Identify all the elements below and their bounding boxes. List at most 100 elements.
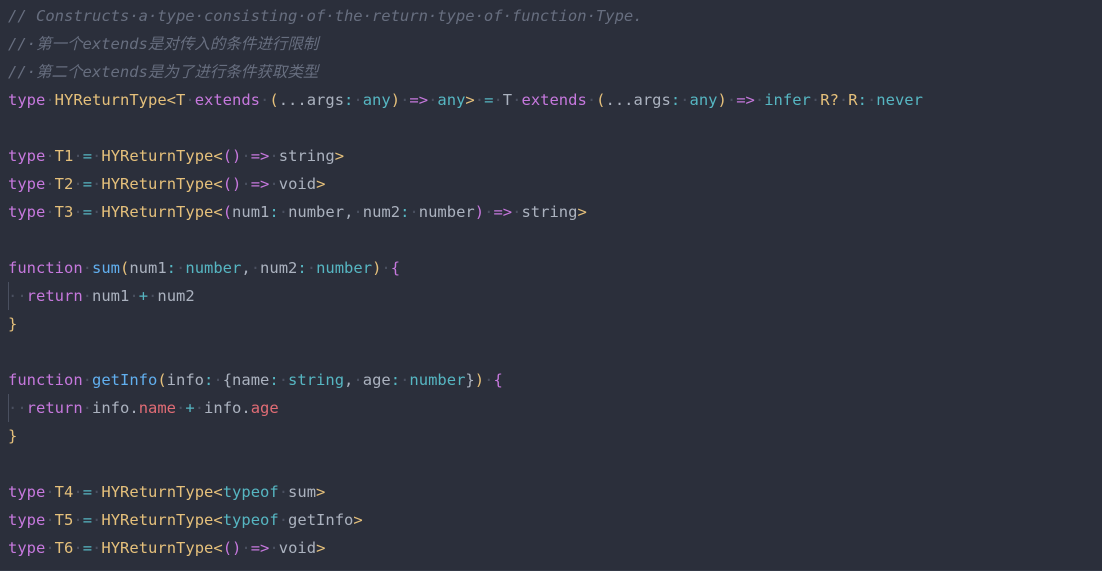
code-line[interactable]: type·T4·=·HYReturnType<typeof·sum> xyxy=(0,478,1102,506)
code-token: type xyxy=(8,203,46,221)
code-token: · xyxy=(409,203,419,221)
code-token: · xyxy=(474,91,485,109)
code-token: : xyxy=(269,203,279,221)
code-token: · xyxy=(269,147,279,165)
code-token: · xyxy=(92,175,102,193)
code-token: num1 xyxy=(232,203,270,221)
code-token: { xyxy=(222,371,233,389)
code-token: HYReturnType xyxy=(101,203,214,221)
code-token: return xyxy=(26,287,83,305)
code-token: · xyxy=(838,91,849,109)
code-line[interactable]: //·第二个extends是为了进行条件获取类型 xyxy=(0,58,1102,86)
code-token: > xyxy=(316,483,326,501)
code-token: · xyxy=(176,399,186,417)
code-token: any xyxy=(437,91,466,109)
code-content[interactable]: // Constructs·a·type·consisting·of·the·r… xyxy=(0,2,1102,562)
code-token: + xyxy=(138,287,149,305)
code-token: > xyxy=(316,175,326,193)
code-line[interactable]: // Constructs·a·type·consisting·of·the·r… xyxy=(0,2,1102,30)
code-token: · xyxy=(45,175,55,193)
code-line[interactable] xyxy=(0,226,1102,254)
code-token: · xyxy=(493,91,503,109)
code-token: () xyxy=(222,147,242,165)
code-token: string xyxy=(521,203,578,221)
code-token: => xyxy=(736,91,755,109)
code-token: HYReturnType xyxy=(101,483,214,501)
code-token: < xyxy=(213,511,223,529)
code-line[interactable]: type·HYReturnType<T·extends·(...args:·an… xyxy=(0,86,1102,114)
code-token: T xyxy=(176,91,186,109)
code-editor-pane[interactable]: // Constructs·a·type·consisting·of·the·r… xyxy=(0,0,1102,571)
code-token: > xyxy=(334,147,345,165)
code-token: never xyxy=(876,91,923,109)
code-token: ...args xyxy=(605,91,671,109)
code-token: => xyxy=(493,203,513,221)
code-token: = xyxy=(82,175,93,193)
code-token: < xyxy=(213,539,223,557)
code-token: · xyxy=(45,91,55,109)
code-token: = xyxy=(82,511,93,529)
code-token: HYReturnType xyxy=(101,511,214,529)
code-token: · xyxy=(185,91,195,109)
code-token: age xyxy=(362,371,391,389)
code-token: > xyxy=(316,539,326,557)
code-token: // Constructs·a·type·consisting·of·the·r… xyxy=(8,7,643,25)
code-line[interactable]: type·T3·=·HYReturnType<(num1:·number,·nu… xyxy=(0,198,1102,226)
code-token: · xyxy=(73,511,83,529)
code-line[interactable] xyxy=(0,450,1102,478)
code-token: ( xyxy=(222,203,233,221)
code-line[interactable]: type·T5·=·HYReturnType<typeof·getInfo> xyxy=(0,506,1102,534)
code-token: extends xyxy=(194,91,261,109)
code-token: · xyxy=(250,259,261,277)
code-token: · xyxy=(45,539,55,557)
code-token: => xyxy=(250,175,270,193)
code-token: ( xyxy=(157,371,167,389)
code-token: ·· xyxy=(8,399,27,417)
code-token: number xyxy=(185,259,242,277)
code-token: age xyxy=(250,399,279,417)
code-token: · xyxy=(148,287,158,305)
code-token: · xyxy=(73,539,83,557)
code-line[interactable]: type·T6·=·HYReturnType<()·=>·void> xyxy=(0,534,1102,562)
code-token: : xyxy=(269,371,279,389)
code-line[interactable] xyxy=(0,338,1102,366)
code-token: void xyxy=(278,175,317,193)
code-token: : xyxy=(297,259,307,277)
code-line[interactable]: function·sum(num1:·number,·num2:·number)… xyxy=(0,254,1102,282)
code-token: num2 xyxy=(362,203,401,221)
code-line[interactable]: function·getInfo(info:·{name:·string,·ag… xyxy=(0,366,1102,394)
code-line[interactable]: type·T1·=·HYReturnType<()·=>·string> xyxy=(0,142,1102,170)
code-token: · xyxy=(306,259,317,277)
code-token: ) xyxy=(717,91,727,109)
code-line[interactable]: ··return·info.name·+·info.age xyxy=(0,394,1102,422)
code-token: · xyxy=(586,91,597,109)
code-token: · xyxy=(194,399,205,417)
code-token: · xyxy=(92,203,102,221)
code-token: } xyxy=(8,427,18,445)
code-line[interactable]: ··return·num1·+·num2 xyxy=(0,282,1102,310)
code-token: : xyxy=(857,91,867,109)
code-token: ( xyxy=(120,259,130,277)
code-token: · xyxy=(353,203,363,221)
code-line[interactable]: } xyxy=(0,422,1102,450)
code-token: type xyxy=(8,147,46,165)
code-token: name xyxy=(138,399,177,417)
code-token: //·第一个extends是对传入的条件进行限制 xyxy=(8,35,319,53)
code-token: · xyxy=(73,203,83,221)
code-token: · xyxy=(278,483,289,501)
code-line[interactable] xyxy=(0,114,1102,142)
code-token: T5 xyxy=(54,511,74,529)
code-line[interactable]: type·T2·=·HYReturnType<()·=>·void> xyxy=(0,170,1102,198)
code-token: · xyxy=(269,175,279,193)
code-line[interactable]: } xyxy=(0,310,1102,338)
code-line[interactable]: //·第一个extends是对传入的条件进行限制 xyxy=(0,30,1102,58)
code-token: , xyxy=(241,259,251,277)
code-token: · xyxy=(129,287,139,305)
code-token: HYReturnType xyxy=(101,147,214,165)
code-token: type xyxy=(8,91,46,109)
code-token: = xyxy=(82,203,93,221)
code-token: num2 xyxy=(157,287,195,305)
code-token: · xyxy=(82,399,93,417)
code-token: sum xyxy=(92,259,120,277)
code-token: < xyxy=(213,483,223,501)
